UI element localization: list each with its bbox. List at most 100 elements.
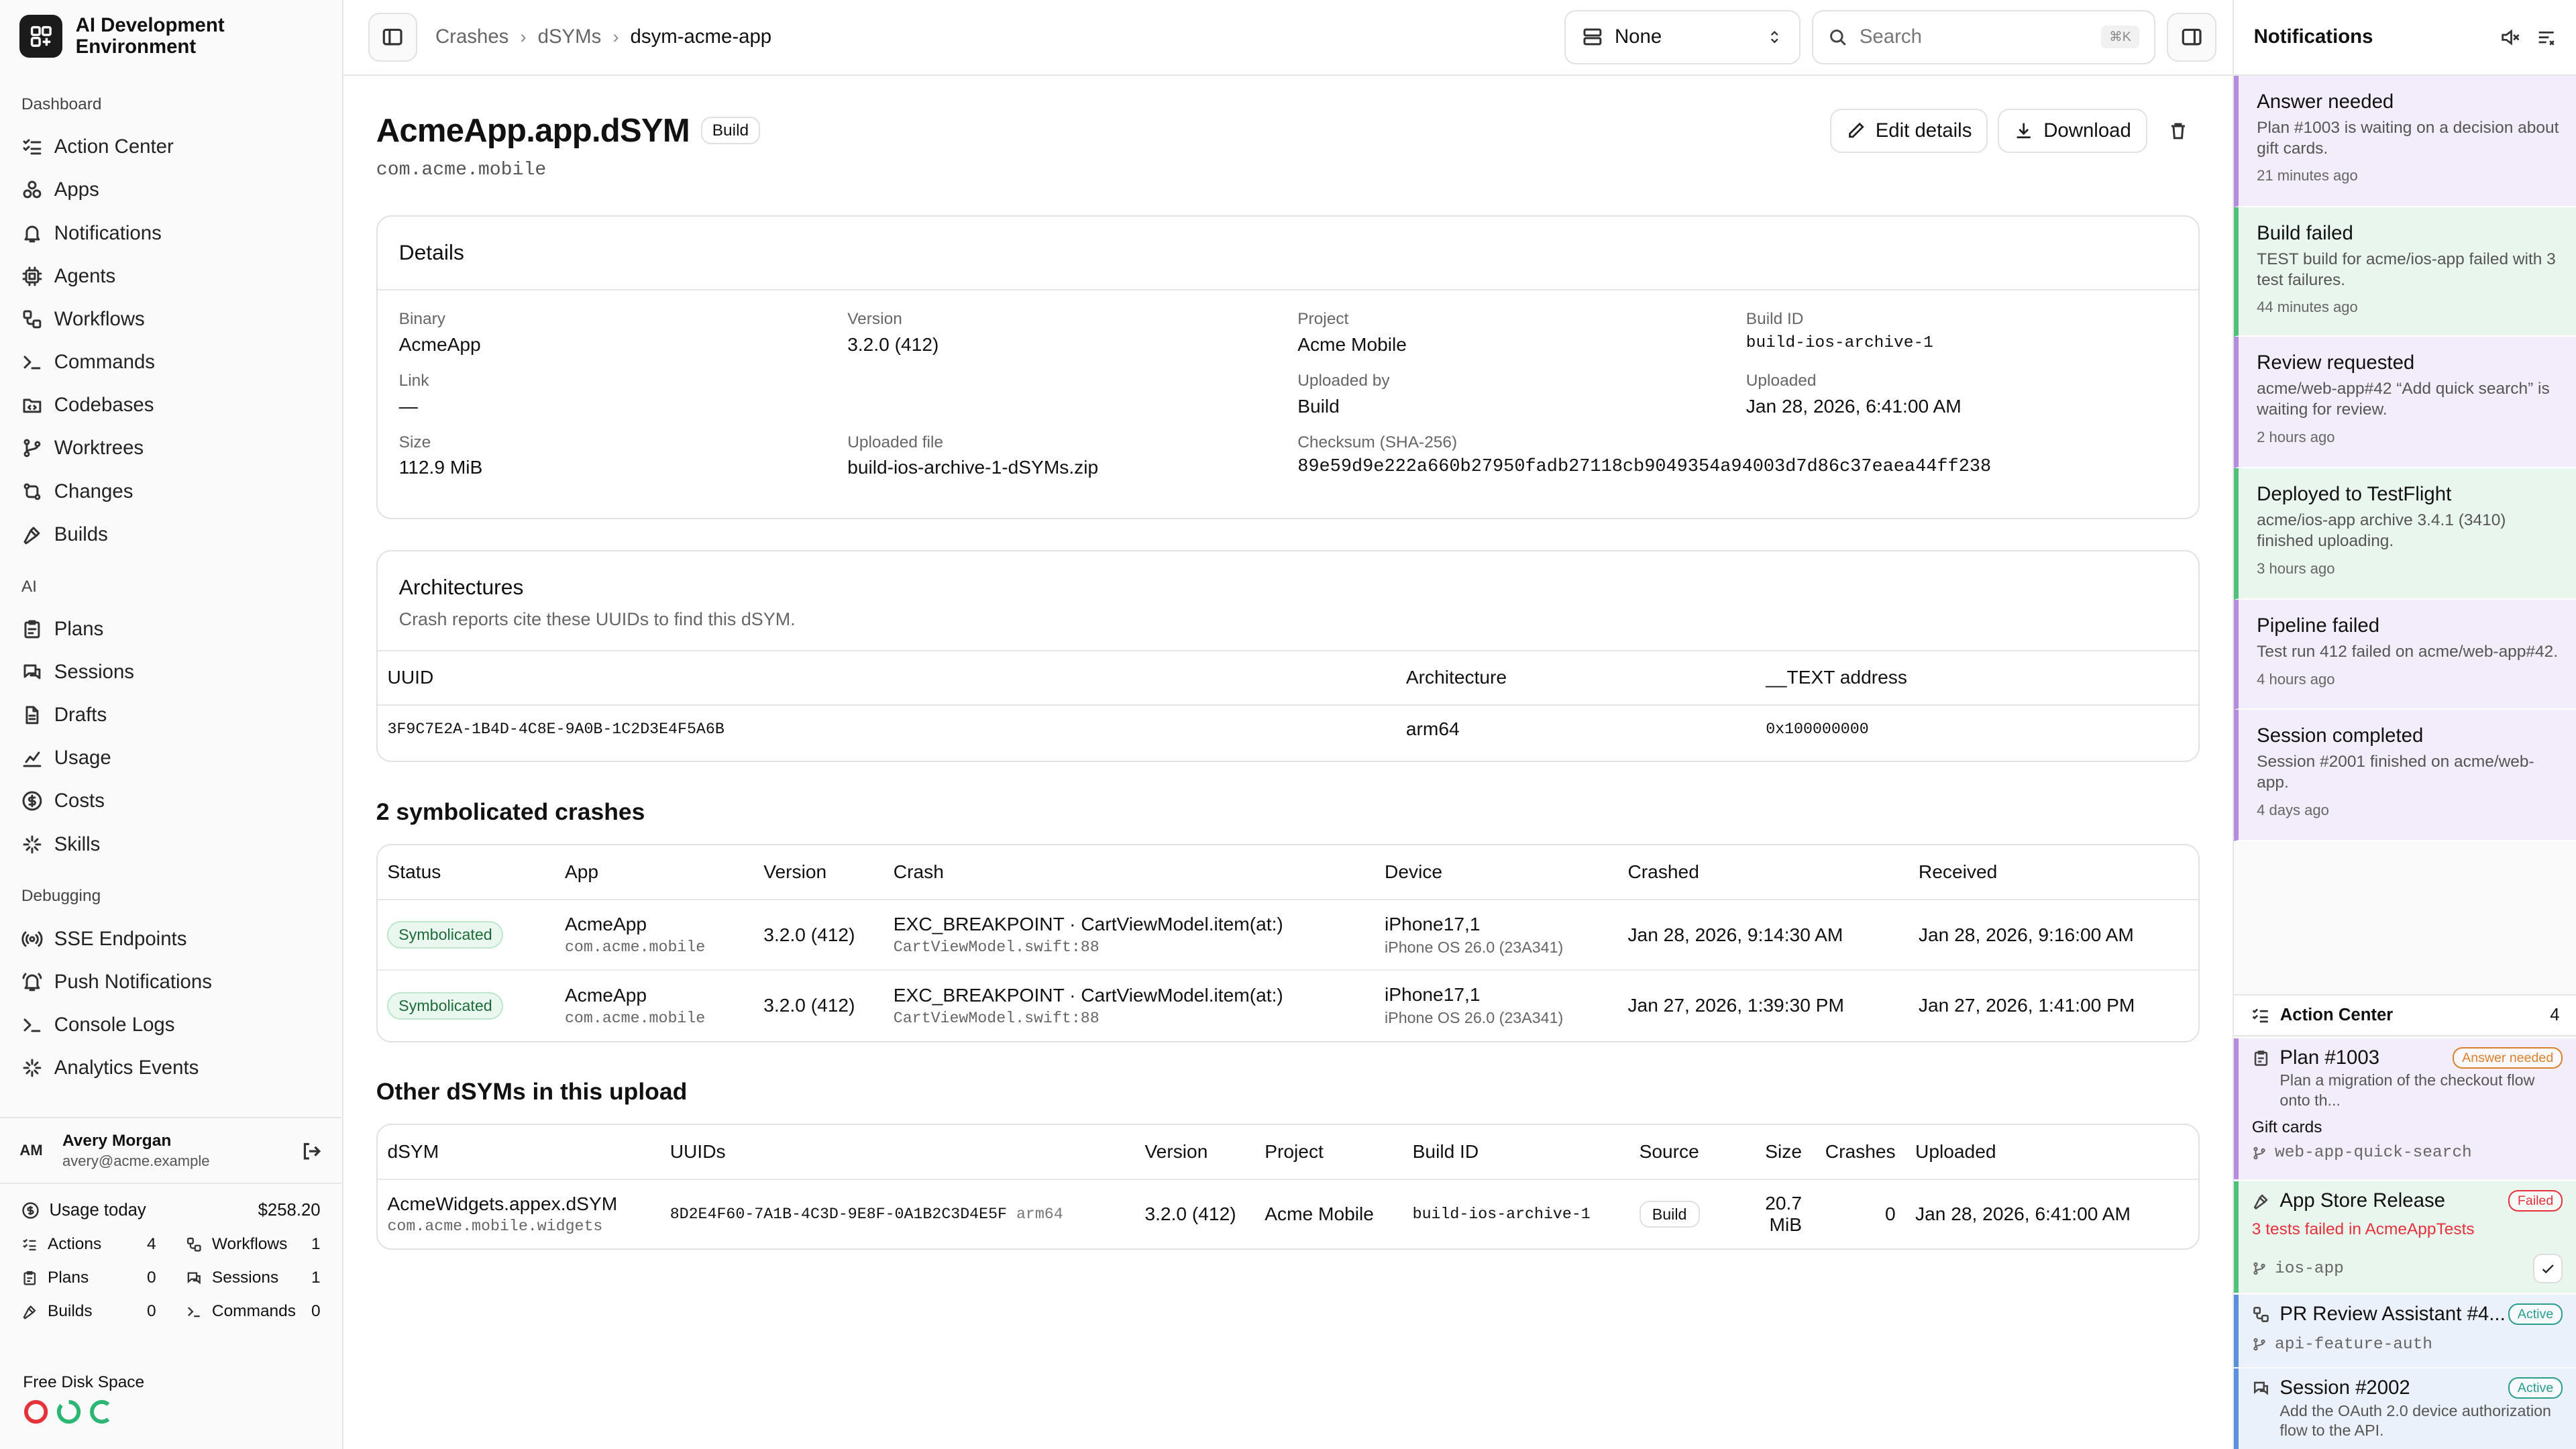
notification-time: 44 minutes ago (2257, 299, 2358, 316)
chart-icon (23, 751, 42, 767)
usage-stat-value: 1 (311, 1234, 321, 1253)
notification-item[interactable]: Pipeline failed Test run 412 failed on ac… (2234, 599, 2576, 710)
action-center-header[interactable]: Action Center 4 (2234, 994, 2576, 1037)
user-profile[interactable]: AM Avery Morgan avery@acme.example (0, 1117, 342, 1183)
crash-reason[interactable]: EXC_BREAKPOINT · CartViewModel.item(at:) (894, 985, 1365, 1006)
action-item-pr-review[interactable]: PR Review Assistant #4... Active api-fea… (2234, 1294, 2576, 1367)
size-cell: 20.7 MiB (1765, 1193, 1803, 1236)
sidebar-item-label: Action Center (54, 136, 174, 158)
delete-button[interactable] (2157, 109, 2200, 153)
sidebar-item-builds[interactable]: Builds (0, 513, 342, 556)
sidebar-item-skills[interactable]: Skills (0, 822, 342, 865)
check-icon (2542, 1265, 2554, 1274)
brand[interactable]: AI Development Environment (0, 0, 342, 72)
col-received: Received (1909, 845, 2199, 900)
branch-icon (2253, 1263, 2265, 1275)
notification-item[interactable]: Deployed to TestFlight acme/ios-app archi… (2234, 468, 2576, 600)
apps-icon (23, 180, 42, 199)
sidebar-item-apps[interactable]: Apps (0, 168, 342, 211)
sidebar-item-label: Builds (54, 523, 108, 545)
sidebar-item-sse-endpoints[interactable]: SSE Endpoints (0, 918, 342, 961)
nav-section-debugging: Debugging (21, 887, 101, 906)
usage-title: Usage today (49, 1200, 146, 1220)
notification-title: Deployed to TestFlight (2257, 482, 2452, 505)
crashes-title: 2 symbolicated crashes (376, 798, 645, 826)
toggle-sidebar-button[interactable] (368, 12, 418, 62)
sidebar-item-notifications[interactable]: Notifications (0, 211, 342, 254)
sidebar-item-label: Push Notifications (54, 970, 212, 993)
dollar-icon (22, 791, 42, 811)
action-item-extra: Gift cards (2251, 1118, 2322, 1137)
detail-value: Jan 28, 2026, 6:41:00 AM (1746, 395, 1962, 417)
detail-label: Version (847, 310, 902, 329)
app-bundle: com.acme.mobile (564, 1009, 706, 1027)
breadcrumb-dsyms[interactable]: dSYMs (538, 25, 602, 48)
detail-uploaded-by: Uploaded by Build (1297, 372, 1746, 417)
table-row[interactable]: AcmeWidgets.appex.dSYM com.acme.mobile.w… (378, 1179, 2198, 1248)
table-row[interactable]: Symbolicated AcmeApp com.acme.mobile 3.2.0 … (377, 899, 2199, 971)
notification-item[interactable]: Review requested acme/web-app#42 “Add qui… (2234, 337, 2576, 468)
sidebar-item-console-logs[interactable]: Console Logs (0, 1004, 342, 1046)
hammer-icon (23, 1305, 36, 1320)
app-window: AI Development Environment Dashboard Act… (0, 0, 2576, 1449)
branch-icon (2253, 1146, 2265, 1160)
action-item-plan[interactable]: Plan #1003 Answer needed Plan a migratio… (2234, 1038, 2576, 1180)
download-button[interactable]: Download (1998, 108, 2147, 153)
notification-item[interactable]: Session completed Session #2001 finished … (2234, 709, 2576, 841)
arch-cell: arm64 (1405, 718, 1460, 739)
sidebar-item-action-center[interactable]: Action Center (0, 125, 342, 168)
notification-title: Session completed (2257, 724, 2424, 747)
sidebar-item-commands[interactable]: Commands (0, 341, 342, 384)
sidebar-item-workflows[interactable]: Workflows (0, 298, 342, 341)
branch-icon (23, 439, 41, 458)
sidebar-item-changes[interactable]: Changes (0, 470, 342, 513)
sidebar-item-codebases[interactable]: Codebases (0, 384, 342, 427)
notification-body: acme/web-app#42 “Add quick search” is wa… (2257, 380, 2550, 419)
bell-icon (24, 225, 40, 242)
workspace-select[interactable]: None (1564, 9, 1801, 64)
sidebar-item-label: Changes (54, 480, 133, 502)
mute-icon[interactable] (2500, 28, 2520, 47)
edit-details-button[interactable]: Edit details (1829, 108, 1988, 153)
app-name: AcmeApp (564, 914, 647, 935)
sidebar-item-plans[interactable]: Plans (0, 608, 342, 651)
trash-icon (2171, 123, 2186, 140)
device-model: iPhone17,1 (1385, 913, 1481, 934)
sidebar-item-worktrees[interactable]: Worktrees (0, 427, 342, 470)
detail-label: Build ID (1746, 310, 1804, 329)
sidebar-item-push-notifications[interactable]: Push Notifications (0, 961, 342, 1004)
col-device: Device (1375, 845, 1618, 900)
usage-stat-value: 1 (311, 1268, 321, 1287)
crash-reason[interactable]: EXC_BREAKPOINT · CartViewModel.item(at:) (894, 914, 1365, 935)
sidebar-item-drafts[interactable]: Drafts (0, 694, 342, 737)
logout-icon[interactable] (301, 1140, 323, 1163)
detail-size: Size 112.9 MiB (399, 433, 848, 478)
sidebar-item-costs[interactable]: Costs (0, 780, 342, 822)
action-item-app-store-release[interactable]: App Store Release Failed 3 tests failed … (2234, 1181, 2576, 1293)
action-item-session[interactable]: Session #2002 Active Add the OAuth 2.0 d… (2234, 1368, 2576, 1449)
notification-item[interactable]: Answer needed Plan #1003 is waiting on a … (2234, 75, 2576, 207)
detail-label: Checksum (SHA-256) (1297, 433, 1458, 452)
acknowledge-button[interactable] (2533, 1254, 2563, 1284)
nav-group-ai: Plans Sessions Drafts Usage Costs Skills (0, 608, 342, 866)
sidebar-item-usage[interactable]: Usage (0, 737, 342, 780)
col-text-address: __TEXT address (1756, 650, 2199, 706)
detail-value: build-ios-archive-1 (1746, 333, 1933, 352)
toggle-right-panel-button[interactable] (2167, 12, 2216, 62)
dsym-name[interactable]: AcmeWidgets.appex.dSYM (387, 1193, 650, 1215)
clear-all-icon[interactable] (2536, 28, 2556, 47)
status-badge: Active (2508, 1303, 2563, 1325)
top-bar: Crashes › dSYMs › dsym-acme-app None Sea… (343, 0, 2233, 76)
hammer-icon (23, 527, 40, 545)
device-os: iPhone OS 26.0 (23A341) (1385, 1009, 1564, 1027)
search-input[interactable]: Search ⌘K (1812, 9, 2156, 64)
cpu-icon (22, 266, 42, 286)
architectures-table: UUID Architecture __TEXT address 3F9C7E2… (377, 649, 2199, 753)
sidebar-item-sessions[interactable]: Sessions (0, 651, 342, 694)
table-row[interactable]: Symbolicated AcmeApp com.acme.mobile 3.2.0 … (378, 970, 2198, 1040)
sidebar-item-agents[interactable]: Agents (0, 255, 342, 298)
sidebar-item-analytics-events[interactable]: Analytics Events (0, 1046, 342, 1089)
usage-stat-workflows: Workflows 1 (186, 1235, 321, 1254)
breadcrumb-crashes[interactable]: Crashes (435, 25, 508, 48)
notification-item[interactable]: Build failed TEST build for acme/ios-app … (2234, 207, 2576, 337)
